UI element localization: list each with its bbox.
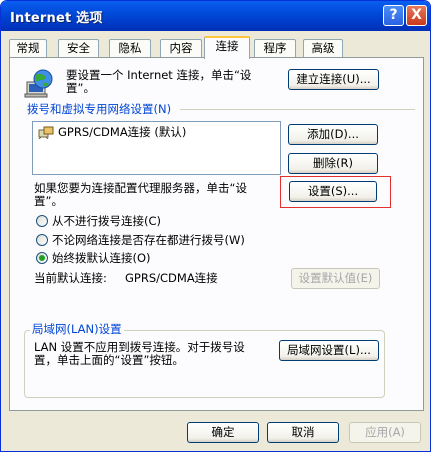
radio-always-dial-default[interactable] [36,252,48,264]
window-title: Internet 选项 [10,11,103,26]
lan-group-label: 局域网(LAN)设置 [30,322,124,336]
tab-programs[interactable]: 程序 [254,39,296,57]
lan-settings-button[interactable]: 局域网设置(L)... [279,340,379,361]
setup-connection-button[interactable]: 建立连接(U)... [288,69,379,90]
radio-never-dial-label[interactable]: 从不进行拨号连接(C) [52,215,161,228]
tab-content[interactable]: 内容 [160,39,202,57]
set-default-button[interactable]: 设置默认值(E) [291,268,380,289]
title-bar[interactable]: Internet 选项 ? X [1,1,430,31]
lan-text-line2: 置，单击上面的“设置”按钮。 [34,353,184,367]
tab-general[interactable]: 常规 [9,39,47,57]
radio-dial-whenever-label[interactable]: 不论网络连接是否存在都进行拨号(W) [52,234,245,247]
internet-options-window: Internet 选项 ? X 常规 安全 隐私 内容 连接 程序 高级 要设置… [0,0,431,452]
proxy-text-line2: 置”。 [34,194,63,208]
connection-item[interactable]: GPRS/CDMA连接 (默认) [58,126,186,139]
proxy-text-line1: 如果您要为连接配置代理服务器，单击“设 [34,181,247,195]
tab-advanced[interactable]: 高级 [303,39,343,57]
radio-dial-whenever[interactable] [36,234,48,246]
add-connection-button[interactable]: 添加(D)... [288,124,378,145]
setup-text-line2: 置”。 [66,81,95,95]
connections-panel: 要设置一个 Internet 连接，单击“设 置”。 建立连接(U)... 拨号… [9,57,424,411]
connections-listbox[interactable]: GPRS/CDMA连接 (默认) [32,121,281,175]
ok-button[interactable]: 确定 [187,422,259,443]
radio-always-dial-default-label[interactable]: 始终拨默认连接(O) [52,252,151,265]
dialup-divider [180,109,415,110]
radio-never-dial[interactable] [36,215,48,227]
radio-selected-dot [39,255,45,261]
help-button[interactable]: ? [383,5,404,26]
close-button[interactable]: X [406,5,427,26]
tab-connections[interactable]: 连接 [204,36,250,59]
tab-security[interactable]: 安全 [58,39,99,57]
default-connection-value: GPRS/CDMA连接 [125,271,218,285]
dialup-section-label: 拨号和虚拟专用网络设置(N) [27,102,172,116]
network-globe-icon [24,69,53,98]
remove-connection-button[interactable]: 删除(R) [288,153,378,174]
proxy-settings-button[interactable]: 设置(S)... [289,181,377,202]
dialup-connection-icon [38,126,54,139]
apply-button[interactable]: 应用(A) [349,422,421,443]
cancel-button[interactable]: 取消 [267,422,339,443]
tab-privacy[interactable]: 隐私 [109,39,151,57]
default-connection-label: 当前默认连接: [34,271,107,285]
